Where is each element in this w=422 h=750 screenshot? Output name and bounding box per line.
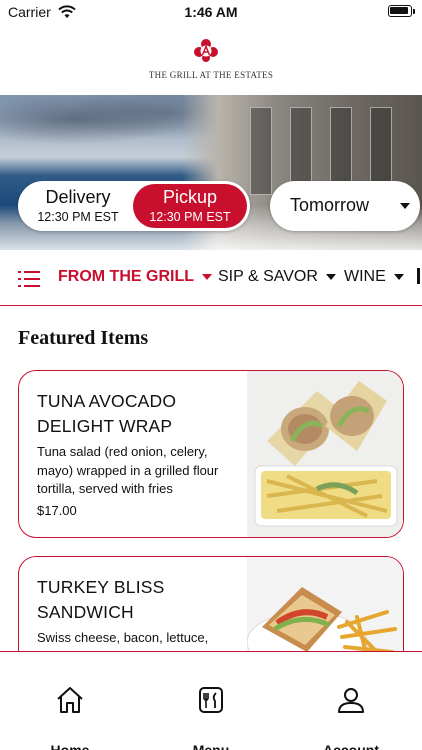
item-name: TURKEY BLISS SANDWICH: [37, 577, 165, 622]
item-description: Tuna salad (red onion, celery, mayo) wra…: [37, 444, 219, 496]
category-tab-from-the-grill[interactable]: FROM THE GRILL: [58, 268, 212, 286]
day-value: Tomorrow: [290, 195, 370, 215]
logo-monogram-icon: [194, 39, 218, 62]
list-icon[interactable]: [18, 268, 40, 290]
tab-menu[interactable]: Menu: [141, 652, 281, 750]
chevron-down-icon: [393, 273, 404, 280]
chevron-down-icon: [325, 273, 336, 280]
item-price: $17.00: [37, 503, 77, 518]
tab-label: Home: [50, 742, 90, 750]
category-label: SIP & SAVOR: [218, 268, 318, 285]
bottom-tab-bar: Home Menu Account: [0, 651, 422, 750]
tab-home[interactable]: Home: [0, 652, 140, 750]
delivery-label: Delivery: [45, 187, 111, 207]
featured-item-card[interactable]: TUNA AVOCADO DELIGHT WRAP Tuna salad (re…: [18, 370, 404, 538]
category-label: FROM THE GRILL: [58, 268, 194, 285]
item-name: TUNA AVOCADO DELIGHT WRAP: [37, 391, 177, 436]
category-nav: FROM THE GRILL SIP & SAVOR WINE: [0, 256, 422, 306]
category-label: WINE: [344, 268, 386, 285]
delivery-time: 12:30 PM EST: [37, 210, 119, 224]
chevron-down-icon: [400, 203, 410, 209]
pickup-time: 12:30 PM EST: [149, 210, 231, 224]
status-bar: Carrier 1:46 AM: [0, 0, 422, 26]
status-time: 1:46 AM: [184, 4, 238, 20]
account-icon: [338, 688, 364, 713]
tab-account[interactable]: Account: [281, 652, 421, 750]
category-tab-wine[interactable]: WINE: [344, 268, 404, 286]
delivery-option[interactable]: Delivery 12:30 PM EST: [21, 184, 135, 228]
menu-icon: [199, 687, 223, 713]
brand-logo: THE GRILL AT THE ESTATES: [0, 36, 422, 86]
chevron-down-icon: [201, 273, 212, 280]
tab-label: Menu: [192, 742, 230, 750]
category-tab-sip-and-savor[interactable]: SIP & SAVOR: [218, 268, 336, 286]
home-icon: [57, 687, 83, 713]
category-tab-more[interactable]: [417, 268, 420, 289]
order-mode-toggle: Delivery 12:30 PM EST Pickup 12:30 PM ES…: [18, 181, 250, 231]
brand-name: THE GRILL AT THE ESTATES: [148, 70, 274, 80]
pickup-label: Pickup: [162, 187, 218, 207]
pickup-option[interactable]: Pickup 12:30 PM EST: [133, 184, 247, 228]
section-title: Featured Items: [18, 327, 149, 349]
wrap-food-photo: [247, 371, 403, 537]
day-dropdown[interactable]: Tomorrow: [270, 181, 420, 231]
battery-icon: [388, 5, 412, 17]
tab-label: Account: [323, 742, 379, 750]
